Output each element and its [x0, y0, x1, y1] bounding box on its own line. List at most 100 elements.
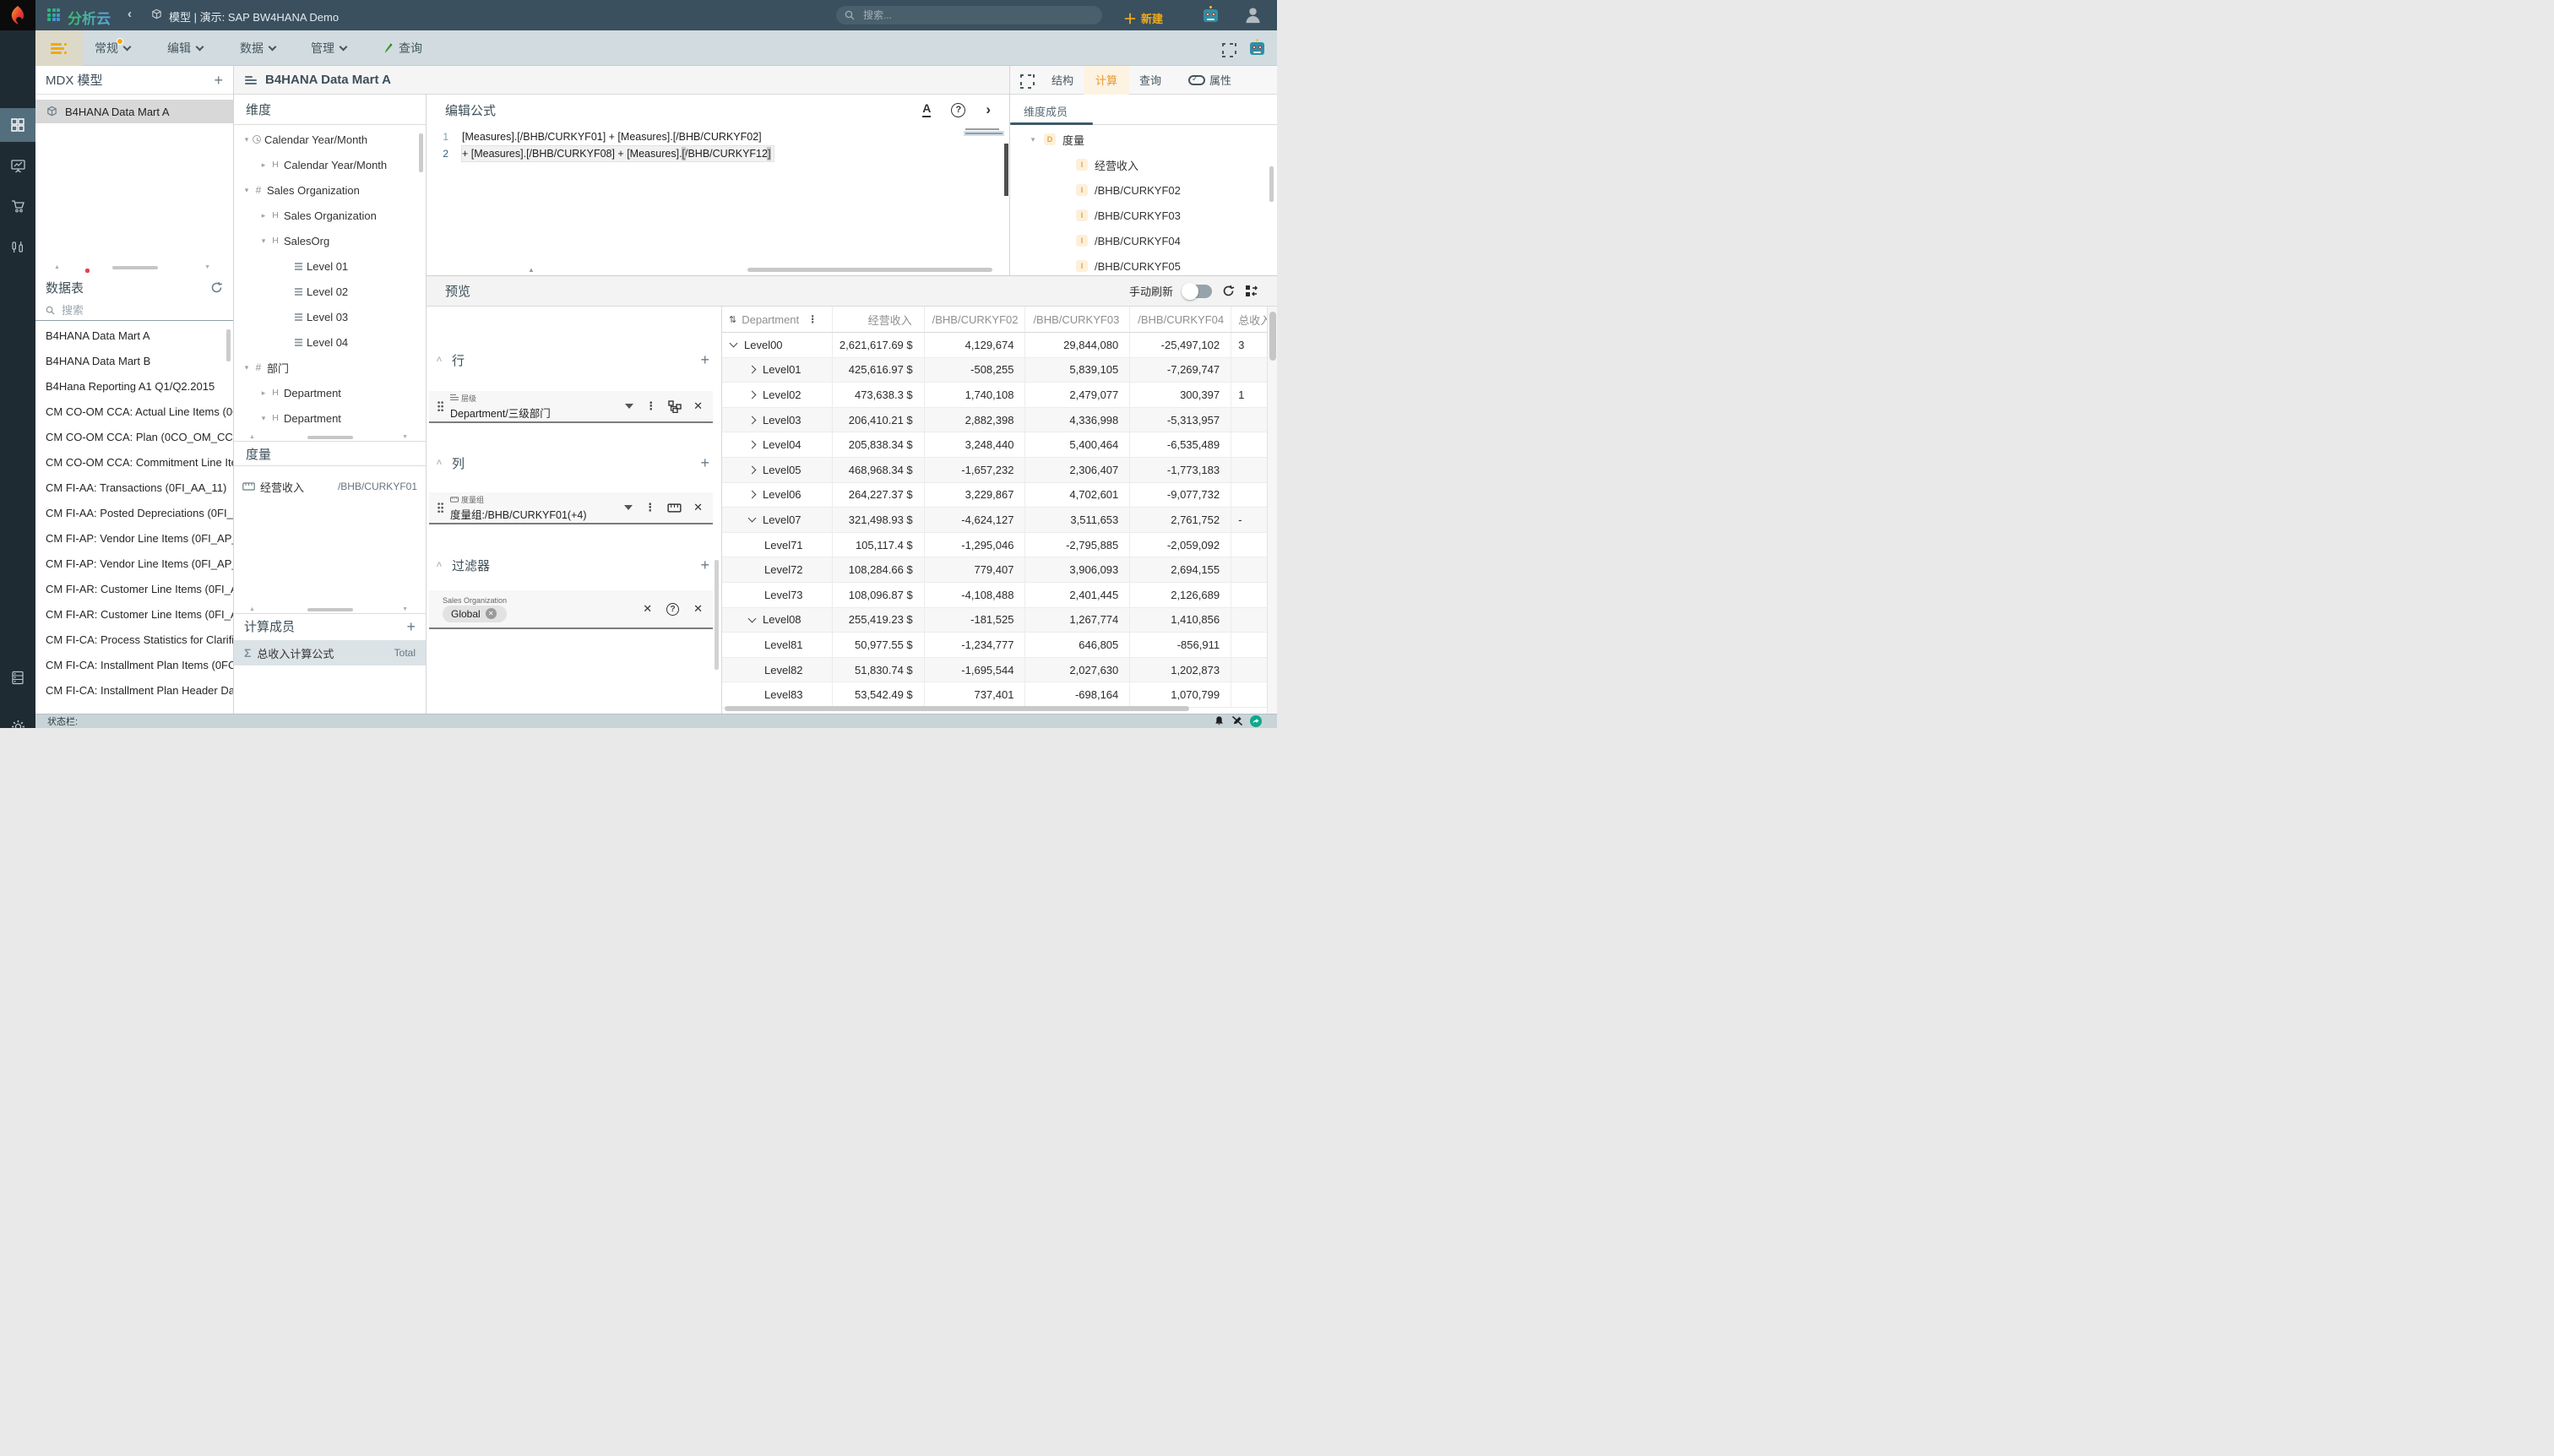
tree-expand-arrow[interactable]: ▾ [241, 135, 253, 144]
dataset-list-item[interactable]: CM FI-CA: Installment Plan Items (0FC_I [35, 652, 233, 677]
dataset-list-item[interactable]: B4HANA Data Mart A [35, 323, 233, 348]
splitter-down-arrow[interactable]: ▼ [402, 434, 408, 440]
member-tree-item[interactable]: I /BHB/CURKYF05 [1010, 253, 1277, 275]
tree-expand-arrow[interactable]: ▾ [258, 236, 269, 246]
remove-chip-icon[interactable]: ✕ [693, 501, 703, 514]
dimension-tree-item[interactable]: ▸ Calendar Year/Month [234, 152, 426, 177]
panel-splitter[interactable]: ▲▼ [234, 434, 427, 441]
refresh-icon[interactable] [210, 281, 223, 294]
filter-token[interactable]: Global ✕ [443, 606, 507, 622]
tree-expand-arrow[interactable]: ▾ [1029, 135, 1037, 144]
rail-catalog-icon[interactable] [0, 193, 35, 219]
table-row[interactable]: Level71 105,117.4 $ -1,295,046 -2,795,88… [722, 533, 1267, 558]
members-scrollbar[interactable] [1269, 166, 1274, 202]
add-model-button[interactable]: + [214, 73, 223, 88]
dimension-tree-item[interactable]: Level 01 [234, 253, 426, 279]
transpose-icon[interactable] [1245, 285, 1258, 297]
new-button[interactable]: ＋ 新建 [1123, 8, 1163, 28]
collapse-icon[interactable]: ˄ [427, 355, 452, 365]
member-tree-item[interactable]: I /BHB/CURKYF02 [1010, 177, 1277, 203]
drag-handle-icon[interactable] [437, 503, 443, 513]
row-expand-icon[interactable] [748, 366, 757, 374]
menu-query[interactable]: 查询 [382, 30, 422, 66]
dataset-list-item[interactable]: CM FI-AR: Customer Line Items (0FI_AR_ [35, 601, 233, 627]
table-vertical-scrollbar[interactable] [1267, 307, 1277, 714]
columns-dimension-chip[interactable]: 度量组 度量组:/BHB/CURKYF01(+4) ⋮ ✕ [429, 492, 713, 524]
collapse-formula-arrow[interactable]: ▲ [528, 266, 535, 274]
dataset-list-item[interactable]: CM FI-AA: Posted Depreciations (0FI_AA [35, 500, 233, 525]
rail-models-icon[interactable] [0, 112, 35, 138]
dropdown-icon[interactable] [625, 404, 633, 409]
dataset-list-item[interactable]: CM FI-AR: Customer Line Items (0FI_AR_ [35, 576, 233, 601]
table-row[interactable]: Level73 108,096.87 $ -4,108,488 2,401,44… [722, 583, 1267, 608]
rail-settings-sliders-icon[interactable] [0, 234, 35, 259]
panel-splitter[interactable]: ▲ ▼ [35, 264, 234, 271]
dataset-list-item[interactable]: B4Hana Reporting A1 Q1/Q2.2015 [35, 373, 233, 399]
tree-expand-arrow[interactable]: ▾ [241, 363, 253, 372]
dimension-tree-item[interactable]: Level 02 [234, 279, 426, 304]
table-horizontal-scrollbar[interactable] [721, 703, 1267, 714]
row-expand-icon[interactable] [748, 465, 757, 474]
formula-code-editor[interactable]: 1 [Measures].[/BHB/CURKYF01] + [Measures… [427, 125, 1009, 263]
splitter-down-arrow[interactable]: ▼ [402, 606, 408, 612]
help-icon[interactable]: ? [951, 103, 965, 117]
tab-properties[interactable]: 属性 [1178, 72, 1242, 88]
table-row[interactable]: Level01 425,616.97 $ -508,255 5,839,105 … [722, 358, 1267, 383]
collapse-icon[interactable]: ˄ [427, 458, 452, 468]
calculated-member-row-selected[interactable]: Σ 总收入计算公式 Total [234, 640, 426, 666]
column-header-curkyf02[interactable]: /BHB/CURKYF02 [925, 307, 1026, 332]
panel-splitter[interactable]: ▲▼ [234, 606, 427, 613]
filter-chip[interactable]: Sales Organization Global ✕ ✕ ? ✕ [429, 590, 713, 629]
table-row[interactable]: Level03 206,410.21 $ 2,882,398 4,336,998… [722, 408, 1267, 433]
dimension-tree-item[interactable]: ▾ SalesOrg [234, 228, 426, 253]
dropdown-icon[interactable] [624, 505, 633, 510]
dataset-list-item[interactable]: CM FI-CA: Installment Plan Header Data [35, 677, 233, 703]
tree-expand-arrow[interactable]: ▸ [258, 388, 269, 398]
tree-expand-arrow[interactable]: ▾ [258, 414, 269, 423]
row-expand-icon[interactable] [748, 614, 757, 622]
add-filter-button[interactable]: + [700, 557, 709, 573]
edit-disabled-icon[interactable] [1231, 715, 1243, 726]
tree-expand-arrow[interactable]: ▸ [258, 211, 269, 220]
column-header-department[interactable]: ⇅ Department ⋮ [722, 307, 833, 332]
column-header-curkyf03[interactable]: /BHB/CURKYF03 [1025, 307, 1130, 332]
menu-burger-icon[interactable] [51, 43, 67, 54]
rail-stories-icon[interactable] [0, 153, 35, 178]
row-expand-icon[interactable] [748, 441, 757, 449]
add-column-dimension-button[interactable]: + [700, 455, 709, 470]
member-tree-item[interactable]: I 经营收入 [1010, 152, 1277, 177]
datasets-search-input[interactable] [60, 303, 204, 318]
expand-panel-icon[interactable]: › [986, 101, 991, 118]
sort-icon[interactable]: ⇅ [729, 314, 736, 325]
manual-refresh-toggle[interactable] [1183, 285, 1212, 298]
splitter-up-arrow[interactable]: ▲ [249, 606, 255, 612]
splitter-up-arrow[interactable]: ▲ [249, 434, 255, 440]
tree-expand-arrow[interactable]: ▾ [241, 186, 253, 195]
toolbar-robot-icon[interactable] [1250, 42, 1264, 55]
row-expand-icon[interactable] [748, 416, 757, 424]
member-tree-item[interactable]: I /BHB/CURKYF04 [1010, 228, 1277, 253]
code-vertical-scrollbar[interactable] [1004, 144, 1008, 196]
dimensions-scrollbar[interactable] [419, 133, 423, 172]
table-row[interactable]: Level72 108,284.66 $ 779,407 3,906,093 2… [722, 557, 1267, 583]
table-row[interactable]: Level04 205,838.34 $ 3,248,440 5,400,464… [722, 432, 1267, 458]
splitter-up-arrow[interactable]: ▲ [54, 264, 60, 270]
dimension-tree-item[interactable]: ▾ Calendar Year/Month [234, 127, 426, 152]
more-menu-icon[interactable]: ⋮ [644, 501, 655, 514]
hierarchy-icon[interactable] [668, 400, 682, 413]
clear-filter-icon[interactable]: ✕ [643, 602, 652, 616]
menu-data[interactable]: 数据 [240, 30, 275, 66]
assistant-robot-icon[interactable] [1204, 9, 1218, 22]
table-row[interactable]: Level05 468,968.34 $ -1,657,232 2,306,40… [722, 458, 1267, 483]
rows-dimension-chip[interactable]: 层级 Department/三级部门 ⋮ ✕ [429, 391, 713, 423]
table-row[interactable]: Level07 321,498.93 $ -4,624,127 3,511,65… [722, 508, 1267, 533]
table-row[interactable]: Level06 264,227.37 $ 3,229,867 4,702,601… [722, 483, 1267, 508]
menu-manage[interactable]: 管理 [311, 30, 346, 66]
dimension-tree-item[interactable]: ▾ Sales Organization [234, 177, 426, 203]
share-forward-icon[interactable] [1250, 715, 1262, 727]
remove-filter-icon[interactable]: ✕ [693, 602, 703, 616]
dimension-tree-item[interactable]: ▾ Department [234, 405, 426, 431]
drag-handle-icon[interactable] [437, 401, 443, 411]
table-row[interactable]: Level02 473,638.3 $ 1,740,108 2,479,077 … [722, 383, 1267, 408]
formula-horizontal-scrollbar[interactable]: ▲ [427, 263, 1009, 275]
